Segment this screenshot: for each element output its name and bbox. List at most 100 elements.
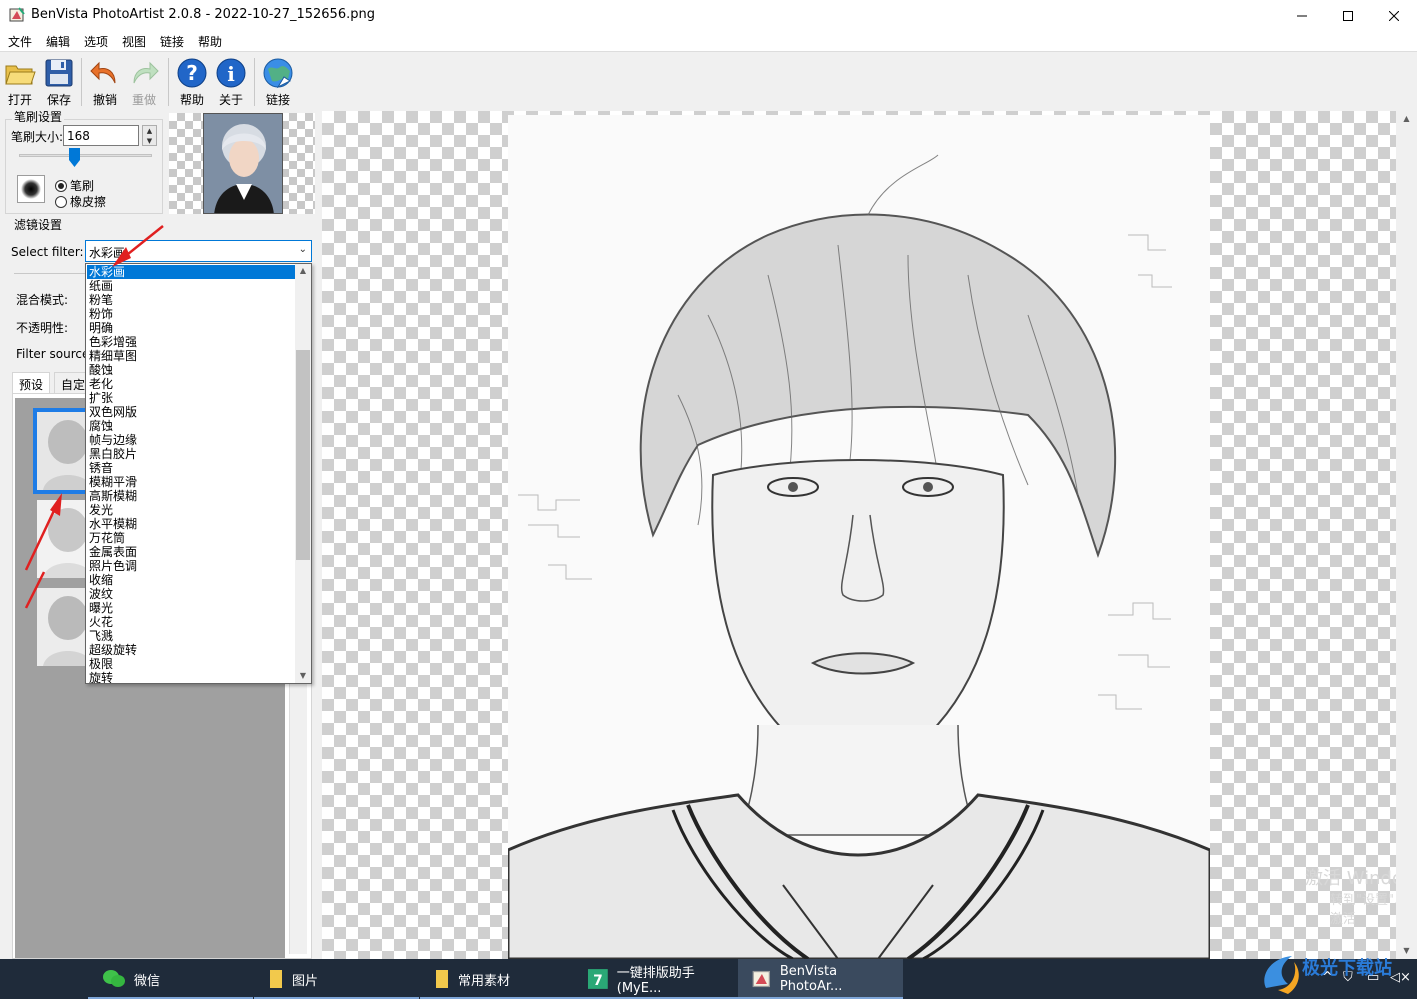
myeditor-icon: 7 [587, 969, 608, 989]
brush-size-input[interactable] [63, 125, 139, 146]
globe-link-icon [263, 58, 293, 89]
opacity-label: 不透明性: [16, 321, 69, 335]
select-filter-label: Select filter: [11, 245, 84, 259]
filter-option[interactable]: 黑白胶片 [87, 447, 296, 461]
undo-button[interactable]: 撤销 [86, 55, 124, 109]
save-button[interactable]: 保存 [40, 55, 78, 109]
filter-option[interactable]: 照片色调 [87, 559, 296, 573]
filter-option[interactable]: 酸蚀 [87, 363, 296, 377]
maximize-button[interactable] [1325, 0, 1371, 31]
filter-settings-title: 滤镜设置 [12, 216, 65, 233]
taskbar-item-materials[interactable]: 常用素材 [420, 959, 585, 999]
undo-arrow-icon [90, 61, 116, 84]
menu-view[interactable]: 视图 [122, 33, 146, 50]
source-thumbnail [169, 113, 315, 214]
canvas-scrollbar[interactable]: ▲ ▼ [1396, 111, 1417, 959]
filter-option[interactable]: 粉饰 [87, 307, 296, 321]
filter-option[interactable]: 纸画 [87, 279, 296, 293]
redo-arrow-icon [133, 61, 159, 84]
taskbar-item-myeditor[interactable]: 7 一键排版助手(MyE... [573, 959, 738, 999]
activation-watermark: 激活 Windo [1305, 868, 1403, 889]
menu-file[interactable]: 文件 [8, 33, 32, 50]
app-icon [752, 970, 771, 988]
svg-text:i: i [227, 62, 235, 86]
filter-option[interactable]: 火花 [87, 615, 296, 629]
mode-brush-radio[interactable]: 笔刷 [55, 177, 94, 194]
filter-option[interactable]: 扩张 [87, 391, 296, 405]
filter-option[interactable]: 明确 [87, 321, 296, 335]
slider-thumb[interactable] [69, 148, 80, 167]
brush-size-spinner[interactable]: ▲ ▼ [142, 125, 157, 146]
brush-size-slider[interactable] [19, 154, 152, 157]
spin-up-icon[interactable]: ▲ [143, 126, 156, 136]
title-bar: BenVista PhotoArtist 2.0.8 - 2022-10-27_… [0, 0, 1417, 31]
filter-dropdown-list[interactable]: 水彩画 纸画 粉笔 粉饰 明确 色彩增强 精细草图 酸蚀 老化 扩张 双色网版 … [85, 263, 312, 684]
toolbar-separator [81, 58, 82, 106]
open-button[interactable]: 打开 [1, 55, 39, 109]
floppy-disk-icon [45, 59, 73, 87]
scroll-down-icon[interactable]: ▼ [295, 669, 311, 683]
filter-option[interactable]: 帧与边缘 [87, 433, 296, 447]
menu-link[interactable]: 链接 [160, 33, 184, 50]
toolbar-separator [168, 58, 169, 106]
filter-option[interactable]: 锈音 [87, 461, 296, 475]
site-logo: 极光下载站 [1264, 956, 1392, 994]
filter-option[interactable]: 极限 [87, 657, 296, 671]
filter-option[interactable]: 金属表面 [87, 545, 296, 559]
filter-option[interactable]: 收缩 [87, 573, 296, 587]
filter-option[interactable]: 波纹 [87, 587, 296, 601]
question-mark-icon: ? [177, 58, 207, 88]
redo-button[interactable]: 重做 [125, 55, 163, 109]
minimize-button[interactable] [1279, 0, 1325, 31]
taskbar-item-wechat[interactable]: 微信 [88, 959, 253, 999]
taskbar-item-benvista[interactable]: BenVista PhotoAr... [738, 959, 903, 999]
brush-dot-icon [21, 179, 41, 199]
filter-option[interactable]: 飞溅 [87, 629, 296, 643]
scrollbar-thumb[interactable] [296, 350, 310, 560]
filter-option[interactable]: 发光 [87, 503, 296, 517]
filter-option[interactable]: 旋转 [87, 671, 296, 683]
mode-eraser-radio[interactable]: 橡皮擦 [55, 193, 106, 210]
filter-option[interactable]: 水彩画 [87, 265, 296, 279]
image-canvas[interactable] [322, 111, 1396, 959]
radio-empty-icon[interactable] [55, 195, 67, 208]
info-icon: i [216, 58, 246, 88]
tab-presets[interactable]: 预设 [12, 372, 51, 393]
scroll-up-icon[interactable]: ▲ [295, 264, 311, 278]
folder-icon [270, 970, 282, 988]
filter-option[interactable]: 高斯模糊 [87, 489, 296, 503]
filter-option[interactable]: 精细草图 [87, 349, 296, 363]
filter-option[interactable]: 老化 [87, 377, 296, 391]
site-logo-text: 极光下载站 [1302, 957, 1392, 979]
filter-selected-value: 水彩画 [89, 246, 126, 260]
chevron-down-icon[interactable]: ⌄ [299, 244, 307, 255]
filter-option[interactable]: 双色网版 [87, 405, 296, 419]
scroll-up-icon[interactable]: ▲ [1396, 111, 1417, 127]
menu-edit[interactable]: 编辑 [46, 33, 70, 50]
filter-option[interactable]: 万花筒 [87, 531, 296, 545]
taskbar-item-pictures[interactable]: 图片 [254, 959, 419, 999]
portrait-thumbnail [203, 113, 283, 214]
filter-option[interactable]: 色彩增强 [87, 335, 296, 349]
folder-open-icon [5, 65, 36, 85]
menu-help[interactable]: 帮助 [198, 33, 222, 50]
menu-options[interactable]: 选项 [84, 33, 108, 50]
brush-size-label: 笔刷大小: [11, 130, 64, 144]
window-title: BenVista PhotoArtist 2.0.8 - 2022-10-27_… [31, 7, 375, 22]
close-button[interactable] [1371, 0, 1417, 31]
about-button[interactable]: i 关于 [212, 55, 250, 109]
minimize-icon [1297, 15, 1307, 16]
help-button[interactable]: ? 帮助 [173, 55, 211, 109]
filter-option[interactable]: 曝光 [87, 601, 296, 615]
filter-option[interactable]: 粉笔 [87, 293, 296, 307]
spin-down-icon[interactable]: ▼ [143, 136, 156, 146]
filter-option[interactable]: 超级旋转 [87, 643, 296, 657]
filter-source-label: Filter source: [16, 347, 94, 361]
radio-selected-icon[interactable] [55, 179, 67, 192]
link-button[interactable]: 链接 [259, 55, 297, 109]
filter-option[interactable]: 腐蚀 [87, 419, 296, 433]
filter-option[interactable]: 水平模糊 [87, 517, 296, 531]
filter-option[interactable]: 模糊平滑 [87, 475, 296, 489]
filter-dropdown[interactable]: 水彩画 ⌄ [85, 240, 312, 262]
dropdown-scrollbar[interactable]: ▲ ▼ [295, 264, 311, 683]
